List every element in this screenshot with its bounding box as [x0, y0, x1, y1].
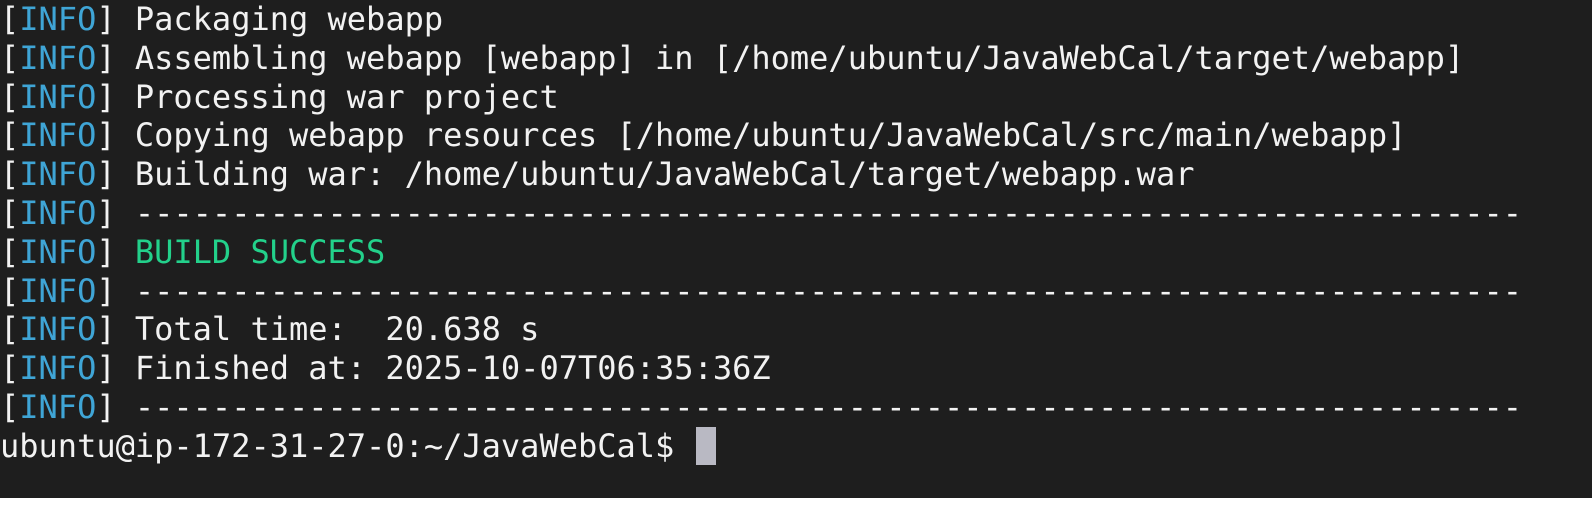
- log-message: Building war: /home/ubuntu/JavaWebCal/ta…: [134, 155, 1195, 194]
- log-line: [INFO] Copying webapp resources [/home/u…: [0, 116, 1407, 155]
- log-line: [INFO] ---------------------------------…: [0, 271, 1522, 310]
- log-line: [INFO] Building war: /home/ubuntu/JavaWe…: [0, 155, 1195, 194]
- log-separator: ----------------------------------------…: [134, 387, 1522, 426]
- log-line: [INFO] Packaging webapp: [0, 0, 444, 38]
- log-message: Copying webapp resources [/home/ubuntu/J…: [134, 116, 1407, 155]
- log-line: [INFO] Processing war project: [0, 77, 559, 116]
- log-line: [INFO] BUILD SUCCESS: [0, 232, 386, 271]
- log-message: Packaging webapp: [134, 0, 444, 38]
- log-line: [INFO] Finished at: 2025-10-07T06:35:36Z: [0, 349, 771, 388]
- finished-at: Finished at: 2025-10-07T06:35:36Z: [134, 349, 771, 388]
- log-message: Assembling webapp [webapp] in [/home/ubu…: [134, 38, 1465, 77]
- terminal-window[interactable]: [INFO] Packaging webapp [INFO] Assemblin…: [0, 0, 1592, 498]
- log-output: [INFO] Packaging webapp [INFO] Assemblin…: [0, 0, 1592, 427]
- total-time: Total time: 20.638 s: [134, 310, 540, 349]
- log-level: INFO: [19, 271, 97, 310]
- log-level: INFO: [19, 387, 97, 426]
- log-level: INFO: [19, 0, 97, 38]
- log-level: INFO: [19, 116, 97, 155]
- log-level: INFO: [19, 193, 97, 232]
- build-status: BUILD SUCCESS: [134, 232, 386, 271]
- log-level: INFO: [19, 155, 97, 194]
- log-message: Processing war project: [134, 77, 559, 116]
- log-level: INFO: [19, 232, 97, 271]
- log-separator: ----------------------------------------…: [134, 193, 1522, 232]
- log-line: [INFO] ---------------------------------…: [0, 193, 1522, 232]
- log-level: INFO: [19, 77, 97, 116]
- log-level: INFO: [19, 310, 97, 349]
- log-level: INFO: [19, 38, 97, 77]
- log-level: INFO: [19, 349, 97, 388]
- log-line: [INFO] ---------------------------------…: [0, 387, 1522, 426]
- log-line: [INFO] Assembling webapp [webapp] in [/h…: [0, 38, 1465, 77]
- shell-prompt: ubuntu@ip-172-31-27-0:~/JavaWebCal$: [0, 426, 694, 465]
- log-line: [INFO] Total time: 20.638 s: [0, 310, 540, 349]
- log-separator: ----------------------------------------…: [134, 271, 1522, 310]
- text-cursor[interactable]: [695, 426, 716, 465]
- prompt-line[interactable]: ubuntu@ip-172-31-27-0:~/JavaWebCal$: [0, 426, 1592, 466]
